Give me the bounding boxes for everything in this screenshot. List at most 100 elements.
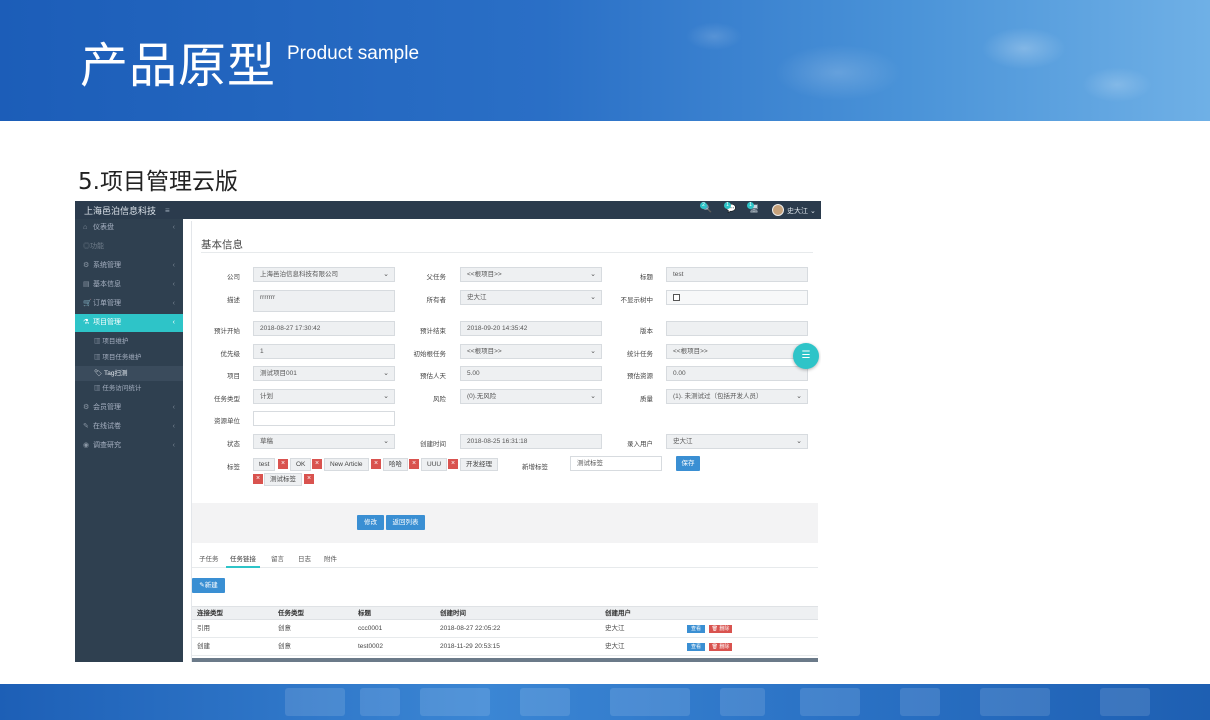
tag-remove-icon[interactable]: ×: [371, 459, 381, 469]
tag-remove-icon[interactable]: ×: [409, 459, 419, 469]
new-tag-input[interactable]: 测试标签: [570, 456, 662, 471]
quality-select[interactable]: (1). 未测试过（包括开发人员） ⌄: [666, 389, 808, 404]
sidebar-item-survey[interactable]: ◉ 调查研究 ‹: [75, 437, 183, 455]
globe-icon: ◉: [83, 442, 90, 449]
project-select[interactable]: 测试项目001 ⌄: [253, 366, 395, 381]
menu-toggle-icon[interactable]: ≡: [165, 206, 170, 215]
decor-block: [360, 688, 400, 716]
new-link-button[interactable]: ✎新建: [192, 578, 225, 593]
cell-title: test0002: [358, 643, 383, 650]
tag-chip: 开发经理: [460, 458, 498, 471]
sidebar-subitem-task-maintain[interactable]: ▥ 项目任务维护: [75, 350, 183, 365]
tag-remove-icon[interactable]: ×: [448, 459, 458, 469]
stat-task-select[interactable]: <<根项目>>: [666, 344, 808, 359]
avatar[interactable]: [772, 204, 784, 216]
tag-chip: 测试标签: [264, 473, 302, 486]
sidebar-item-dashboard[interactable]: ⌂ 仪表盘 ‹: [75, 219, 183, 237]
est-resource-label: 预估资源: [627, 373, 653, 380]
floating-menu-button[interactable]: ☰: [793, 343, 819, 369]
sidebar-item-projects[interactable]: ⚗ 项目管理 ‹: [75, 314, 183, 332]
est-resource-input[interactable]: 0.00: [666, 366, 808, 381]
est-days-input[interactable]: 5.00: [460, 366, 602, 381]
chevron-down-icon: ⌄: [383, 393, 389, 400]
save-tag-button[interactable]: 保存: [676, 456, 700, 471]
tag-chip: OK: [290, 458, 312, 471]
status-select[interactable]: 草稿 ⌄: [253, 434, 395, 449]
detail-tabs: 子任务 任务链接 留言 日志 附件: [192, 551, 818, 568]
version-input[interactable]: [666, 321, 808, 336]
chevron-down-icon: ⌄: [590, 393, 596, 400]
chevron-left-icon: ‹: [172, 224, 175, 231]
decor-block: [520, 688, 570, 716]
decor-block: [1100, 688, 1150, 716]
tag-chip: UUU: [421, 458, 448, 471]
flask-icon: ⚗: [83, 319, 90, 326]
list-icon: ▤: [83, 281, 90, 288]
hide-in-tree-checkbox[interactable]: [673, 294, 680, 301]
sidebar-item-members[interactable]: ⚙ 会员管理 ‹: [75, 399, 183, 417]
divider: [201, 252, 813, 253]
tag-chip: 哈哈: [383, 458, 408, 471]
risk-select[interactable]: (0).无风险 ⌄: [460, 389, 602, 404]
tab-attachments[interactable]: 附件: [320, 551, 341, 568]
chevron-down-icon: ⌄: [590, 271, 596, 278]
view-button[interactable]: 查看: [687, 643, 705, 651]
risk-label: 风险: [433, 396, 446, 403]
tab-subtasks[interactable]: 子任务: [195, 551, 223, 568]
owner-select[interactable]: 史大江 ⌄: [460, 290, 602, 305]
tab-task-links[interactable]: 任务链接: [226, 551, 260, 568]
delete-button[interactable]: 🗑 删除: [709, 625, 732, 633]
delete-button[interactable]: 🗑 删除: [709, 643, 732, 651]
tag-remove-icon[interactable]: ×: [312, 459, 322, 469]
sidebar-subitem-visit-stats[interactable]: ▥ 任务访问统计: [75, 381, 183, 396]
gear-icon: ⚙: [83, 404, 90, 411]
cell-link-type: 创建: [197, 643, 210, 650]
parent-task-select[interactable]: <<根项目>> ⌄: [460, 267, 602, 282]
desc-textarea[interactable]: rrrrrrr: [253, 290, 395, 312]
tag-remove-icon[interactable]: ×: [278, 459, 288, 469]
column-header: 任务类型: [278, 610, 304, 617]
est-days-label: 预估人天: [420, 373, 446, 380]
end-date-input[interactable]: 2018-09-20 14:35:42: [460, 321, 602, 336]
priority-input[interactable]: 1: [253, 344, 395, 359]
start-date-input[interactable]: 2018-08-27 17:30:42: [253, 321, 395, 336]
chevron-left-icon: ‹: [172, 404, 175, 411]
tab-log[interactable]: 日志: [294, 551, 315, 568]
sidebar-subitem-tag-scan[interactable]: 🏷 Tag扫测: [75, 366, 183, 381]
edit-button[interactable]: 修改: [357, 515, 384, 530]
title-input[interactable]: test: [666, 267, 808, 282]
init-root-select[interactable]: <<根项目>> ⌄: [460, 344, 602, 359]
tag-remove-icon[interactable]: ×: [253, 474, 263, 484]
column-header: 创建用户: [605, 610, 631, 617]
chevron-down-icon: ⌄: [383, 271, 389, 278]
sidebar-subitem-project-maintain[interactable]: ▥ 项目维护: [75, 334, 183, 349]
chevron-left-icon: ‹: [172, 442, 175, 449]
chevron-down-icon: ⌄: [590, 348, 596, 355]
notification-badge: 2: [700, 202, 707, 209]
user-menu[interactable]: 史大江 ⌄: [787, 206, 816, 216]
sidebar-item-exams[interactable]: ✎ 在线试卷 ‹: [75, 418, 183, 436]
section-title: 5.项目管理云版: [78, 169, 238, 195]
view-button[interactable]: 查看: [687, 625, 705, 633]
company-select[interactable]: 上海邑泊信息科技有限公司 ⌄: [253, 267, 395, 282]
slide-header-banner: 产品原型 Product sample: [0, 0, 1210, 121]
project-label: 项目: [227, 373, 240, 380]
recorder-select[interactable]: 史大江 ⌄: [666, 434, 808, 449]
init-root-label: 初始根任务: [413, 351, 447, 358]
tag-remove-icon[interactable]: ×: [304, 474, 314, 484]
created-time-input[interactable]: 2018-08-25 16:31:18: [460, 434, 602, 449]
tab-comments[interactable]: 留言: [267, 551, 288, 568]
resource-unit-input[interactable]: [253, 411, 395, 426]
column-header: 标题: [358, 610, 371, 617]
back-to-list-button[interactable]: 返回列表: [386, 515, 425, 530]
start-label: 预计开始: [214, 328, 240, 335]
task-type-select[interactable]: 计划 ⌄: [253, 389, 395, 404]
cell-task-type: 创意: [278, 643, 291, 650]
sidebar: ⌂ 仪表盘 ‹ ◎功能 ⚙ 系统管理 ‹ ▤ 基本信息 ‹ 🛒订单管理 ‹ ⚗ 项目管理 ‹ ▥ …: [75, 219, 183, 662]
sidebar-item-orders[interactable]: 🛒订单管理 ‹: [75, 295, 183, 313]
sidebar-item-system[interactable]: ⚙ 系统管理 ‹: [75, 257, 183, 275]
slide-footer-banner: [0, 684, 1210, 720]
sidebar-item-basic-info[interactable]: ▤ 基本信息 ‹: [75, 276, 183, 294]
brand-name: 上海邑泊信息科技: [84, 206, 157, 216]
decor-block: [980, 688, 1050, 716]
